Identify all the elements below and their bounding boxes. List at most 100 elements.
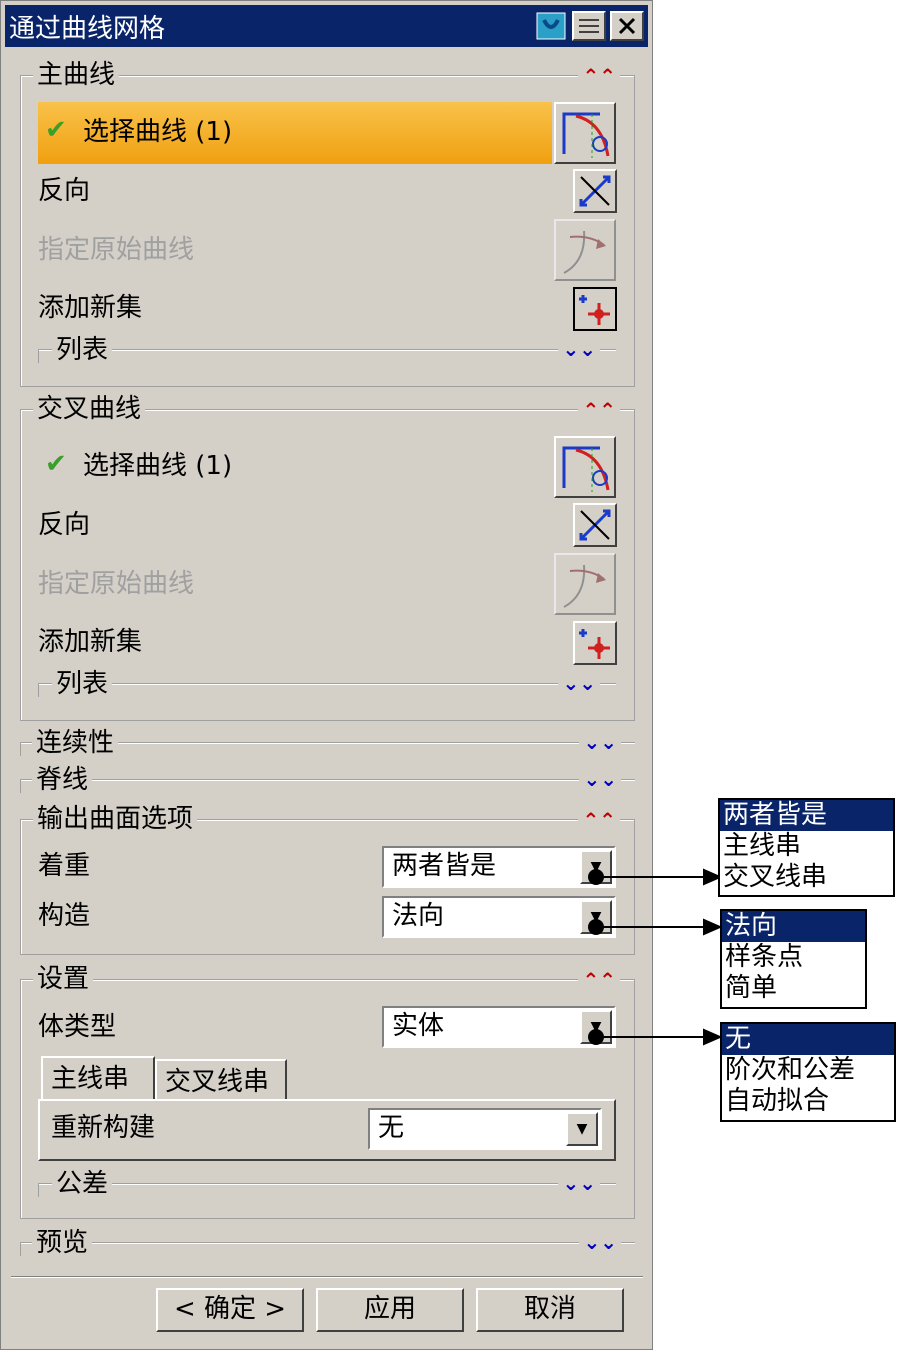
select-curve-icon [562,112,610,158]
expand-icon[interactable]: ⌄⌄ [579,767,621,791]
group-title: 设置 [33,964,94,994]
close-button[interactable] [610,11,644,41]
construction-label: 构造 [38,901,91,931]
select-curve-label[interactable]: 选择曲线 (1) [83,117,232,147]
divider-cap [38,349,45,363]
reverse-icon [579,175,611,207]
option-item[interactable]: 法向 [722,911,865,942]
divider-cap [20,742,21,756]
reverse-button[interactable] [573,503,617,547]
cross-list-section[interactable]: 列表 ⌄⌄ [38,669,616,699]
construction-value: 法向 [392,901,445,931]
select-curve-button[interactable] [554,102,616,164]
divider [38,1183,616,1185]
specify-origin-label: 指定原始曲线 [38,569,195,599]
ok-button[interactable]: < 确定 > [156,1288,304,1332]
collapse-icon[interactable]: ⌃⌃ [578,808,620,832]
divider [38,683,616,685]
emphasis-options-popup: 两者皆是 主线串 交叉线串 [718,798,895,897]
divider-cap [20,1242,21,1256]
list-label: 列表 [52,335,113,365]
tab-cross-strings[interactable]: 交叉线串 [155,1059,287,1099]
option-item[interactable]: 主线串 [720,831,893,862]
separator [11,1276,643,1278]
select-curve-icon [562,446,610,492]
collapse-icon[interactable]: ⌃⌃ [578,968,620,992]
section-title: 脊线 [32,765,93,795]
emphasis-label: 着重 [38,851,91,881]
rebuild-select[interactable]: 无 ▼ [368,1108,602,1150]
apply-button[interactable]: 应用 [316,1288,464,1332]
reverse-button[interactable] [573,169,617,213]
expand-icon[interactable]: ⌄⌄ [579,1230,621,1254]
divider-cap [38,1183,45,1197]
list-label: 列表 [52,669,113,699]
add-set-label: 添加新集 [38,627,143,657]
origin-curve-icon [563,230,606,274]
option-item[interactable]: 样条点 [722,942,865,973]
divider [20,779,635,781]
option-item[interactable]: 自动拟合 [722,1086,894,1117]
divider [38,349,616,351]
menu-button[interactable] [572,11,606,41]
reverse-label: 反向 [38,510,91,540]
rebuild-value: 无 [378,1113,405,1143]
menu-icon [579,19,599,33]
group-title: 交叉曲线 [33,394,146,424]
dropdown-arrow-icon[interactable]: ▼ [566,1112,598,1146]
expand-icon[interactable]: ⌄⌄ [558,1171,600,1195]
add-set-icon [579,629,610,659]
reverse-icon [579,509,611,541]
add-set-label: 添加新集 [38,293,143,323]
group-title: 输出曲面选项 [33,804,198,834]
help-button[interactable] [534,11,568,41]
rebuild-label: 重新构建 [51,1113,156,1143]
add-set-icon [579,295,610,325]
collapse-icon[interactable]: ⌃⌃ [578,398,620,422]
option-item[interactable]: 简单 [722,973,865,1004]
select-curve-button[interactable] [554,436,616,498]
construction-select[interactable]: 法向 ▼ [382,896,616,938]
construction-options-popup: 法向 样条点 简单 [720,909,867,1009]
preview-section[interactable]: 预览 ⌄⌄ [20,1228,635,1258]
collapse-icon[interactable]: ⌃⌃ [578,64,620,88]
help-icon [536,12,566,40]
body-type-value: 实体 [392,1011,445,1041]
dropdown-arrow-icon[interactable]: ▼ [580,900,612,934]
spine-section[interactable]: 脊线 ⌄⌄ [20,765,635,795]
option-item[interactable]: 无 [722,1024,894,1055]
specify-origin-label: 指定原始曲线 [38,235,195,265]
add-set-button[interactable] [573,621,617,665]
divider-cap [38,683,45,697]
specify-origin-button[interactable] [554,553,616,615]
option-item[interactable]: 交叉线串 [720,862,893,893]
dropdown-arrow-icon[interactable]: ▼ [580,850,612,884]
select-curve-label[interactable]: 选择曲线 (1) [83,451,232,481]
primary-list-section[interactable]: 列表 ⌄⌄ [38,335,616,365]
window-title: 通过曲线网格 [9,13,166,44]
divider [20,1242,635,1244]
section-title: 预览 [32,1228,93,1258]
dialog-window: 通过曲线网格 主曲线 ⌃⌃ ✔ 选择曲线 (1) 反向 指定原始曲线 添加新集 … [0,0,653,1350]
body-type-label: 体类型 [38,1012,117,1042]
emphasis-select[interactable]: 两者皆是 ▼ [382,846,616,888]
expand-icon[interactable]: ⌄⌄ [579,730,621,754]
add-set-button[interactable] [573,287,617,331]
specify-origin-button[interactable] [554,219,616,281]
origin-curve-icon [563,564,606,608]
option-item[interactable]: 阶次和公差 [722,1055,894,1086]
tolerance-section[interactable]: 公差 ⌄⌄ [38,1169,616,1199]
check-icon: ✔ [45,449,67,479]
body-type-select[interactable]: 实体 ▼ [382,1006,616,1048]
expand-icon[interactable]: ⌄⌄ [558,337,600,361]
option-item[interactable]: 两者皆是 [720,800,893,831]
title-bar: 通过曲线网格 [5,5,648,47]
cancel-button[interactable]: 取消 [476,1288,624,1332]
group-title: 主曲线 [33,60,120,90]
tolerance-label: 公差 [52,1169,113,1199]
dropdown-arrow-icon[interactable]: ▼ [580,1010,612,1044]
expand-icon[interactable]: ⌄⌄ [558,671,600,695]
tab-primary-strings[interactable]: 主线串 [41,1056,155,1100]
continuity-section[interactable]: 连续性 ⌄⌄ [20,728,635,758]
emphasis-value: 两者皆是 [392,851,497,881]
